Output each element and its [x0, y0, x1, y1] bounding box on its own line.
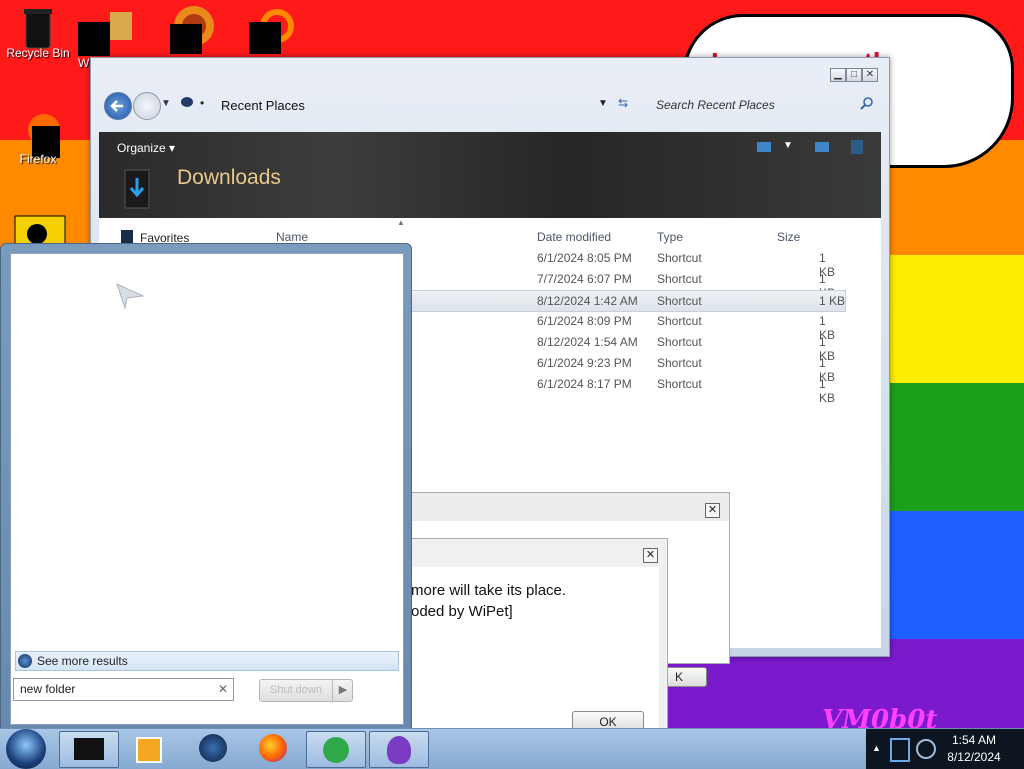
- file-row[interactable]: 7/7/2024 6:07 PMShortcut1 KB: [524, 269, 844, 300]
- row-type: Shortcut: [657, 272, 702, 286]
- help-icon[interactable]: [851, 140, 863, 154]
- file-row[interactable]: 6/1/2024 8:09 PM Shortcut 1 KB: [524, 311, 844, 342]
- row-date: 6/1/2024 8:09 PM: [537, 314, 632, 328]
- row-date: 6/1/2024 9:23 PM: [537, 356, 632, 370]
- views-icon[interactable]: [757, 142, 771, 152]
- message-dialog-front: ✕ more will take its place. oded by WiPe…: [400, 538, 668, 740]
- row-size: 1 KB: [819, 377, 836, 405]
- file-row[interactable]: 8/12/2024 1:54 AM Shortcut 1 KB: [524, 332, 844, 363]
- row-type: Shortcut: [657, 356, 702, 370]
- shutdown-label: Shut down: [270, 684, 322, 696]
- row-type: Shortcut: [657, 294, 702, 308]
- shutdown-button[interactable]: Shut down ▶: [259, 679, 353, 702]
- column-size[interactable]: Size: [777, 230, 800, 244]
- see-more-label: See more results: [37, 654, 128, 668]
- search-icon[interactable]: [860, 96, 874, 113]
- network-icon[interactable]: [890, 738, 910, 762]
- start-search-input[interactable]: new folder ✕: [13, 678, 234, 701]
- maximize-button[interactable]: □: [846, 68, 862, 82]
- dragon-icon: [323, 737, 349, 763]
- app-shortcut-icon[interactable]: [245, 6, 297, 57]
- shutdown-options-icon[interactable]: ▶: [332, 680, 353, 701]
- address-bar: ▼ • Recent Places ▼ ⇆ Search Recent Plac…: [101, 88, 881, 126]
- row-date: 6/1/2024 8:05 PM: [537, 251, 632, 265]
- forward-button[interactable]: [133, 92, 161, 120]
- desktop-icon-label: Recycle Bin: [6, 46, 70, 60]
- address-dropdown-icon[interactable]: ▼: [598, 98, 608, 109]
- column-name[interactable]: Name: [276, 230, 308, 244]
- close-button[interactable]: ✕: [862, 68, 878, 82]
- row-date: 6/1/2024 8:17 PM: [537, 377, 632, 391]
- file-row[interactable]: 6/1/2024 8:17 PM Shortcut 1 KB: [524, 374, 844, 405]
- command-bar: Organize ▾ ▼ Downloads: [99, 132, 881, 218]
- refresh-icon[interactable]: ⇆: [618, 96, 628, 110]
- row-type: Shortcut: [657, 377, 702, 391]
- firefox-icon: [20, 112, 66, 160]
- browser-globe-icon[interactable]: [199, 734, 227, 762]
- preview-pane-icon[interactable]: [815, 142, 829, 152]
- taskbar: ▲ 1:54 AM 8/12/2024: [0, 728, 1024, 769]
- organize-label: Organize: [117, 141, 166, 155]
- show-hidden-icons[interactable]: ▲: [872, 743, 881, 753]
- dialog-message-line: oded by WiPet]: [411, 603, 513, 620]
- favorites-icon: [121, 230, 133, 244]
- row-size: 1 KB: [819, 294, 846, 308]
- clock-time[interactable]: 1:54 AM: [940, 733, 1008, 747]
- taskbar-app-bonzi[interactable]: [369, 731, 429, 768]
- sort-arrow-icon: ▲: [397, 218, 405, 227]
- taskbar-app-dragon[interactable]: [306, 731, 366, 768]
- location-icon: [181, 97, 193, 107]
- folder-title: Downloads: [177, 166, 281, 189]
- breadcrumb-separator-icon[interactable]: •: [200, 96, 204, 110]
- downloads-folder-icon: [121, 168, 153, 210]
- back-arrow-icon: [110, 100, 123, 112]
- dialog-close-button[interactable]: ✕: [705, 503, 720, 518]
- dialog-close-button[interactable]: ✕: [643, 548, 658, 563]
- row-type: Shortcut: [657, 314, 702, 328]
- clock-date[interactable]: 8/12/2024: [940, 750, 1008, 764]
- clear-search-icon[interactable]: ✕: [218, 679, 228, 700]
- file-row[interactable]: 6/1/2024 9:23 PM Shortcut 1 KB: [524, 353, 844, 384]
- firefox-taskbar-icon[interactable]: [259, 734, 287, 762]
- recycle-bin-icon: [20, 6, 56, 49]
- search-value: new folder: [20, 682, 76, 696]
- search-globe-icon: [18, 654, 32, 668]
- column-date-modified[interactable]: Date modified: [537, 230, 611, 244]
- search-input[interactable]: Search Recent Places: [656, 98, 775, 112]
- row-date: 7/7/2024 6:07 PM: [537, 272, 632, 286]
- paper-plane-icon: [116, 283, 145, 310]
- back-button[interactable]: [104, 92, 132, 120]
- desktop-icon-label: Firefox: [19, 152, 57, 166]
- row-type: Shortcut: [657, 251, 702, 265]
- folder-shortcut-icon[interactable]: [100, 8, 140, 51]
- purple-gorilla-icon: [387, 736, 411, 764]
- start-menu: See more results new folder ✕ Shut down …: [0, 243, 412, 730]
- start-menu-results: See more results: [10, 253, 404, 725]
- desktop-icon-firefox[interactable]: Firefox: [3, 112, 73, 166]
- see-more-results-link[interactable]: See more results: [15, 651, 399, 671]
- dialog-message-line: more will take its place.: [411, 582, 567, 599]
- explorer-icon: [74, 738, 104, 760]
- volume-icon[interactable]: [916, 739, 936, 759]
- desktop-icon-recycle-bin[interactable]: Recycle Bin: [3, 6, 73, 60]
- row-date: 8/12/2024 1:42 AM: [537, 294, 638, 308]
- organize-menu[interactable]: Organize ▾: [117, 141, 175, 155]
- minimize-button[interactable]: ▁: [830, 68, 846, 82]
- file-row-selected[interactable]: 8/12/2024 1:42 AM Shortcut 1 KB: [399, 290, 846, 312]
- row-date: 8/12/2024 1:54 AM: [537, 335, 638, 349]
- media-player-icon[interactable]: [168, 6, 220, 57]
- views-dropdown-icon[interactable]: ▼: [783, 140, 793, 151]
- breadcrumb[interactable]: Recent Places: [221, 98, 305, 113]
- media-player-taskbar-icon[interactable]: [136, 737, 162, 763]
- taskbar-explorer[interactable]: [59, 731, 119, 768]
- recent-pages-dropdown-icon[interactable]: ▼: [161, 98, 171, 109]
- row-type: Shortcut: [657, 335, 702, 349]
- file-row[interactable]: 6/1/2024 8:05 PM Shortcut 1 KB: [524, 248, 844, 279]
- start-button[interactable]: [6, 729, 46, 769]
- column-type[interactable]: Type: [657, 230, 683, 244]
